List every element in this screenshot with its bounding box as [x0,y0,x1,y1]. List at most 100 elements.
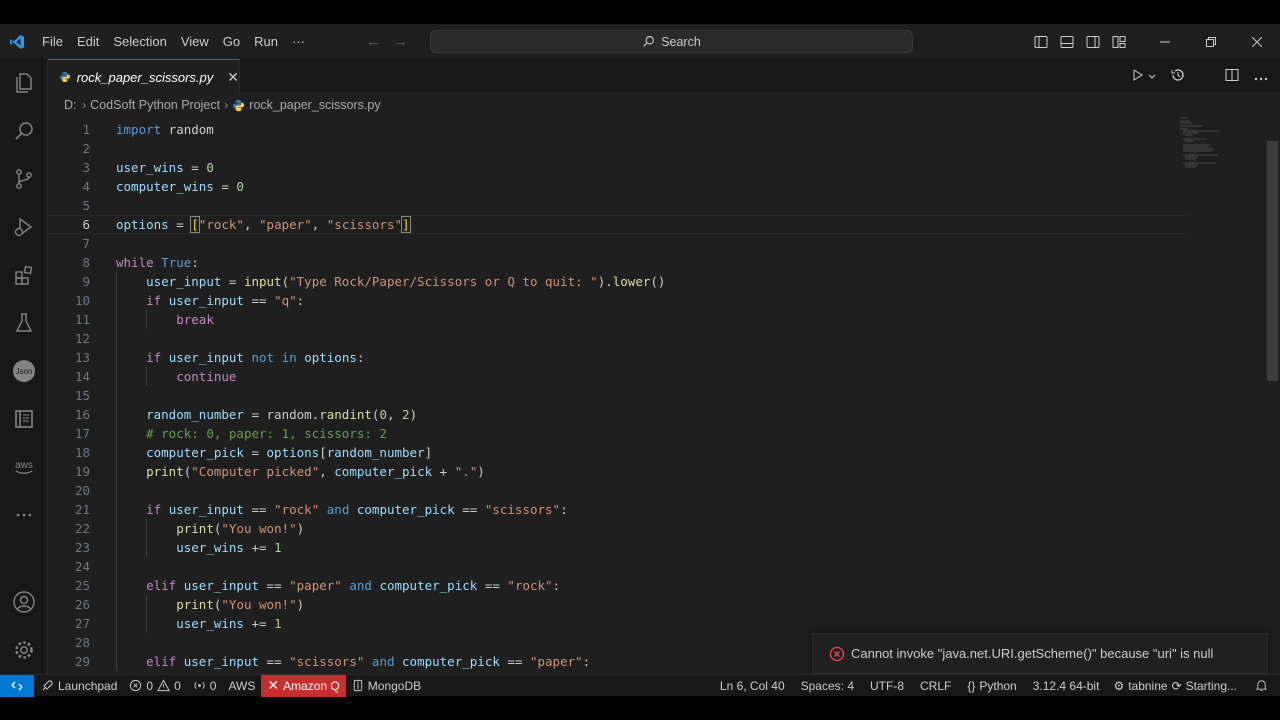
line-number: 21 [74,502,90,517]
run-python-file-icon[interactable] [1132,69,1144,84]
cursor-position-label: Ln 6, Col 40 [719,678,785,693]
menu-selection[interactable]: Selection [106,24,173,59]
minimize-button[interactable] [1142,24,1188,59]
json-icon[interactable]: Json [0,347,48,395]
mongodb-status[interactable]: MongoDB [346,675,427,697]
code-line[interactable]: 25 elif user_input == "paper" and comput… [48,576,1188,595]
testing-icon[interactable] [0,299,48,347]
source-control-icon[interactable] [0,155,48,203]
tabnine-status[interactable]: ⚙ tabnine ⟳ Starting... [1107,675,1243,697]
forward-arrow-icon[interactable]: → [393,33,408,50]
menu-go[interactable]: Go [216,24,247,59]
cursor-position[interactable]: Ln 6, Col 40 [712,675,793,697]
interpreter-label: 3.12.4 64-bit [1032,678,1100,693]
extensions-icon[interactable] [0,251,48,299]
more-icon[interactable] [0,491,48,539]
line-number: 7 [82,236,90,251]
code-line[interactable]: 7 [48,234,1188,253]
amazon-q-status[interactable]: ✕ Amazon Q [261,674,346,697]
language-mode[interactable]: {} Python [959,675,1024,697]
menu-run[interactable]: Run [247,24,285,59]
code-line[interactable]: 8 while True: [48,253,1188,272]
launchpad-item[interactable]: Launchpad [34,675,123,697]
toggle-panel-icon[interactable] [1054,24,1080,59]
search-icon[interactable] [0,107,48,155]
breadcrumb-drive[interactable]: D: [64,98,78,112]
timeline-history-icon[interactable] [1170,67,1186,86]
code-line[interactable]: 24 [48,557,1188,576]
encoding[interactable]: UTF-8 [862,675,912,697]
code-line[interactable]: 17 # rock: 0, paper: 1, scissors: 2 [48,424,1188,443]
ports-item[interactable]: 0 [187,675,223,697]
python-interpreter[interactable]: 3.12.4 64-bit [1025,675,1108,697]
code-line[interactable]: 27 user_wins += 1 [48,614,1188,633]
code-line[interactable]: 1 import random [48,120,1188,139]
notifications-bell[interactable] [1243,675,1280,697]
code-line[interactable]: 18 computer_pick = options[random_number… [48,443,1188,462]
mongodb-label: MongoDB [367,678,422,693]
code-line[interactable]: 20 [48,481,1188,500]
book-icon[interactable] [0,395,48,443]
code-line[interactable]: 13 if user_input not in options: [48,348,1188,367]
code-line[interactable]: 10 if user_input == "q": [48,291,1188,310]
breadcrumb-folder[interactable]: CodSoft Python Project [90,98,220,112]
code-line[interactable]: 19 print("Computer picked", computer_pic… [48,462,1188,481]
code-line[interactable]: 23 user_wins += 1 [48,538,1188,557]
restore-button[interactable] [1188,24,1234,59]
menu-view[interactable]: View [174,24,216,59]
problems-item[interactable]: 0 0 [123,675,186,697]
code-line[interactable]: 6 options = ["rock", "paper", "scissors"] [48,215,1188,234]
notification-message: Cannot invoke "java.net.URI.getScheme()"… [851,646,1214,661]
remote-indicator-icon[interactable] [0,674,34,697]
broadcast-icon [194,681,205,690]
close-tab-icon[interactable]: ✕ [227,69,239,86]
editor-scrollbar[interactable] [1267,141,1278,381]
error-notification[interactable]: Cannot invoke "java.net.URI.getScheme()"… [812,633,1268,674]
toggle-secondary-sidebar-icon[interactable] [1080,24,1106,59]
code-line[interactable]: 5 [48,196,1188,215]
account-icon[interactable] [0,578,48,626]
indentation[interactable]: Spaces: 4 [793,675,862,697]
code-line[interactable]: 9 user_input = input("Type Rock/Paper/Sc… [48,272,1188,291]
close-window-button[interactable] [1234,24,1280,59]
code-line[interactable]: 2 [48,139,1188,158]
line-text: break [176,312,214,327]
menu-file[interactable]: File [35,24,70,59]
code-line[interactable]: 22 print("You won!") [48,519,1188,538]
minimap[interactable] [1180,116,1240,176]
aws-status[interactable]: AWS [222,675,261,697]
status-bar-right: Ln 6, Col 40 Spaces: 4 UTF-8 CRLF {} Pyt… [712,675,1280,697]
code-line[interactable]: 11 break [48,310,1188,329]
code-line[interactable]: 15 [48,386,1188,405]
run-debug-icon[interactable] [0,203,48,251]
line-number: 15 [74,388,90,403]
customize-layout-icon[interactable] [1106,24,1132,59]
code-line[interactable]: 4 computer_wins = 0 [48,177,1188,196]
end-of-line[interactable]: CRLF [912,675,959,697]
toggle-primary-sidebar-icon[interactable] [1028,24,1054,59]
code-line[interactable]: 16 random_number = random.randint(0, 2) [48,405,1188,424]
aws-icon[interactable]: aws [0,443,48,491]
python-file-icon [233,99,245,111]
back-arrow-icon[interactable]: ← [366,33,381,50]
line-number: 3 [82,160,90,175]
tab-rock-paper-scissors[interactable]: rock_paper_scissors.py ✕ [48,59,240,94]
code-line[interactable]: 3 user_wins = 0 [48,158,1188,177]
split-editor-icon[interactable] [1224,67,1240,86]
code-line[interactable]: 14 continue [48,367,1188,386]
menu-more[interactable]: ··· [285,24,312,59]
code-line[interactable]: 12 [48,329,1188,348]
chevron-down-icon[interactable] [1148,69,1156,84]
line-text: if user_input == "q": [146,293,305,308]
breadcrumb-file[interactable]: rock_paper_scissors.py [249,98,380,112]
code-line[interactable]: 21 if user_input == "rock" and computer_… [48,500,1188,519]
settings-icon[interactable] [0,626,48,674]
menu-edit[interactable]: Edit [70,24,106,59]
line-number: 2 [82,141,90,156]
code-editor[interactable]: 1 import random 2 3 user_wins = 0 4 computer_w… [48,116,1270,674]
menu-bar: File Edit Selection View Go Run ··· [35,24,312,59]
explorer-icon[interactable] [0,59,48,107]
more-actions-icon[interactable] [1254,69,1268,84]
command-center-search[interactable]: Search [430,30,913,53]
code-line[interactable]: 26 print("You won!") [48,595,1188,614]
